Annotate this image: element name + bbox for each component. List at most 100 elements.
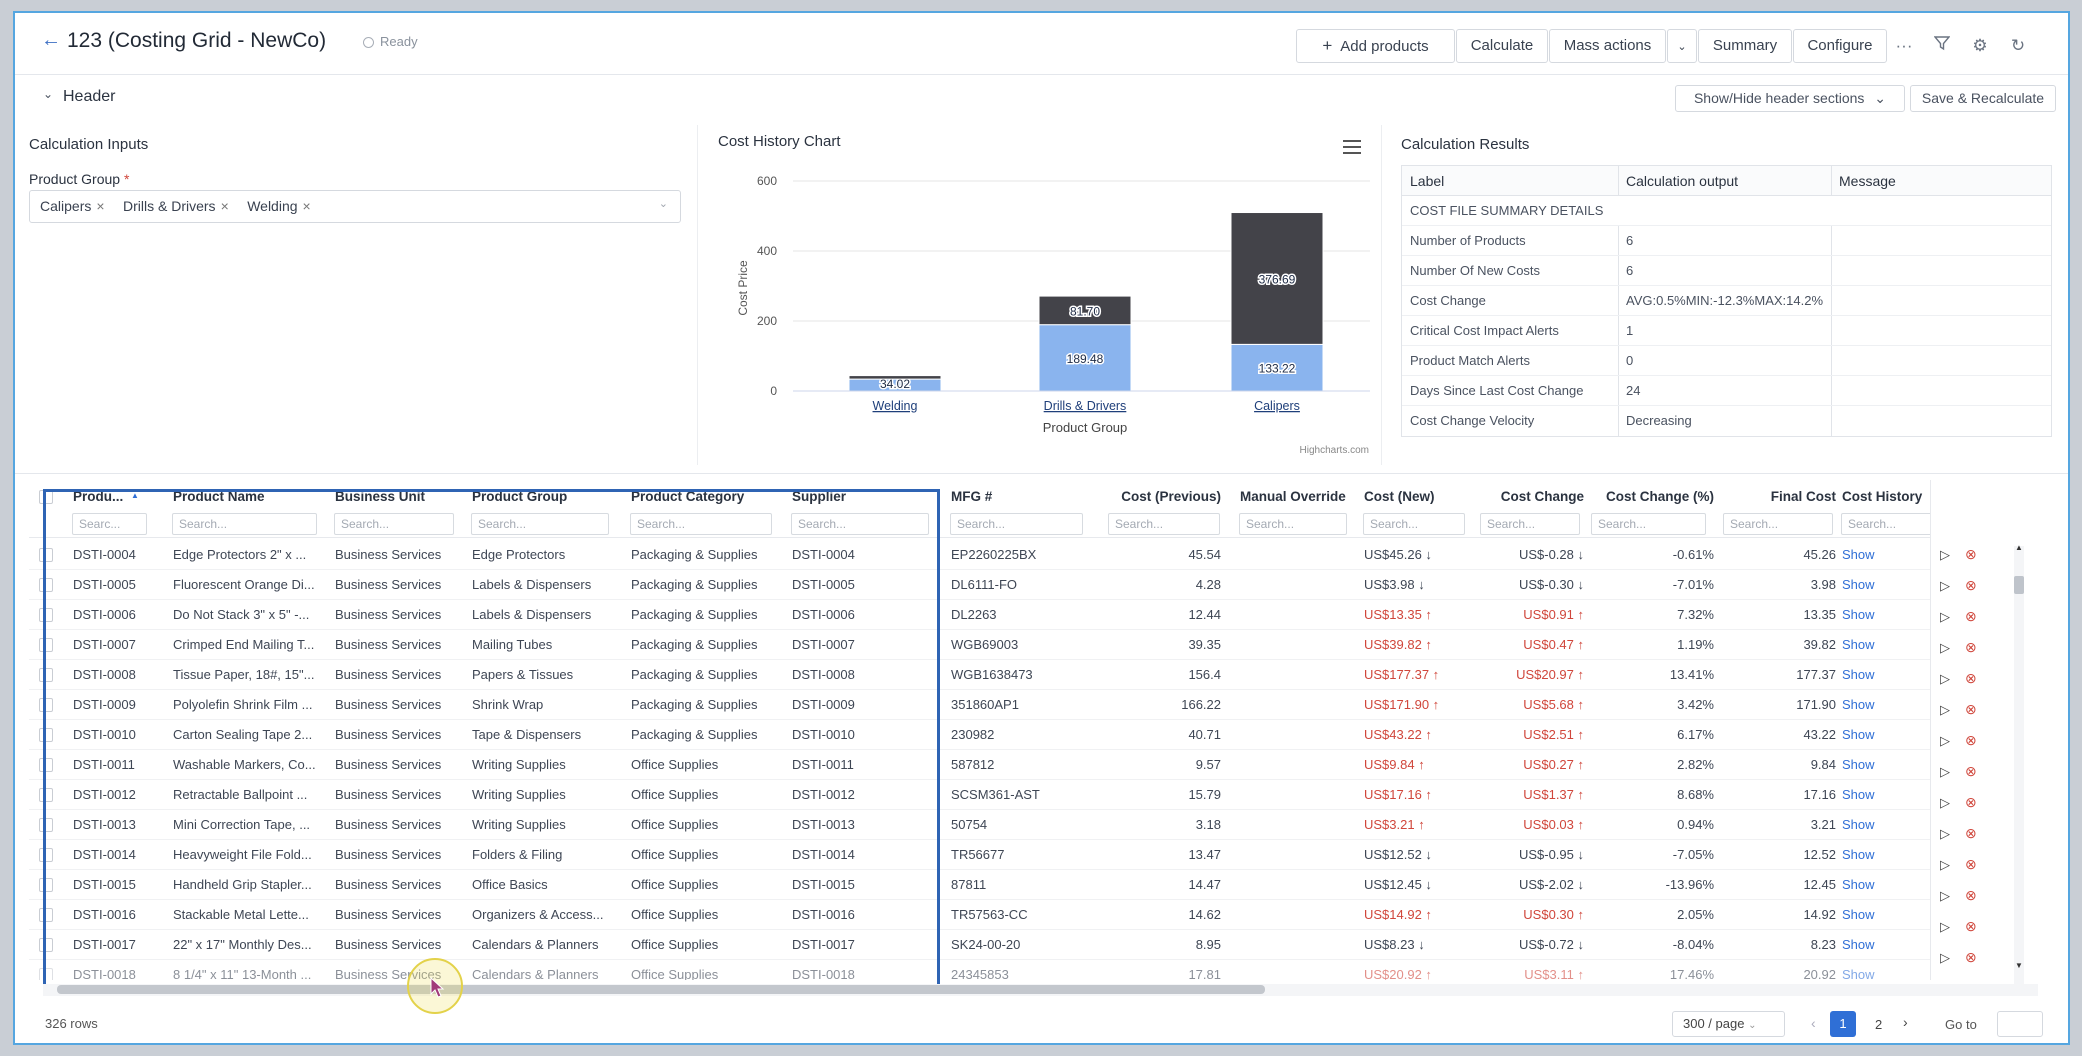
page-2-button[interactable]: 2 [1875, 1017, 1882, 1032]
bar-welding-s1[interactable] [848, 375, 942, 380]
table-row[interactable]: DSTI-0018 8 1/4" x 11" 13-Month ... Busine… [29, 960, 1986, 980]
save-recalculate-button[interactable]: Save & Recalculate [1910, 85, 2056, 112]
send-icon[interactable]: ▷ [1940, 795, 1950, 811]
gear-icon[interactable]: ⚙ [1965, 31, 1995, 61]
calculate-button[interactable]: Calculate [1456, 29, 1548, 63]
remove-icon[interactable]: ⊗ [1965, 670, 1977, 687]
send-icon[interactable]: ▷ [1940, 671, 1950, 687]
grid-col-search-input[interactable]: Search... [1480, 513, 1580, 535]
x-tick-label[interactable]: Welding [873, 399, 918, 413]
close-icon[interactable]: × [221, 198, 229, 214]
remove-icon[interactable]: ⊗ [1965, 546, 1977, 563]
grid-col-search-input[interactable]: Search... [1108, 513, 1220, 535]
show-history-link[interactable]: Show [1842, 847, 1942, 862]
scroll-thumb[interactable] [2014, 576, 2024, 594]
page-1-button[interactable]: 1 [1830, 1011, 1856, 1037]
row-checkbox[interactable] [39, 938, 53, 952]
next-page-icon[interactable]: › [1903, 1014, 1908, 1030]
show-history-link[interactable]: Show [1842, 697, 1942, 712]
grid-col-header[interactable]: Product Category [631, 489, 744, 504]
send-icon[interactable]: ▷ [1940, 857, 1950, 873]
chart-menu-icon[interactable] [1343, 138, 1361, 154]
scroll-down-icon[interactable]: ▼ [2015, 961, 2023, 970]
remove-icon[interactable]: ⊗ [1965, 701, 1977, 718]
remove-icon[interactable]: ⊗ [1965, 918, 1977, 935]
row-checkbox[interactable] [39, 758, 53, 772]
grid-col-search-input[interactable]: Search... [1841, 513, 1933, 535]
send-icon[interactable]: ▷ [1940, 547, 1950, 563]
grid-col-search-input[interactable]: Search... [334, 513, 454, 535]
header-section-label[interactable]: Header [63, 88, 115, 106]
scroll-thumb[interactable] [57, 985, 1265, 994]
remove-icon[interactable]: ⊗ [1965, 639, 1977, 656]
grid-col-header[interactable]: MFG # [951, 489, 992, 504]
back-arrow-icon[interactable]: ← [41, 29, 61, 52]
table-row[interactable]: DSTI-0010 Carton Sealing Tape 2... Busines… [29, 720, 1986, 750]
add-products-button[interactable]: + Add products [1296, 29, 1455, 63]
table-row[interactable]: DSTI-0009 Polyolefin Shrink Film ... Busin… [29, 690, 1986, 720]
table-row[interactable]: DSTI-0012 Retractable Ballpoint ... Busine… [29, 780, 1986, 810]
go-to-input[interactable] [1997, 1011, 2043, 1037]
remove-icon[interactable]: ⊗ [1965, 577, 1977, 594]
sort-asc-icon[interactable]: ▲ [131, 491, 139, 500]
horizontal-scrollbar[interactable] [43, 984, 2038, 996]
mass-actions-dropdown[interactable]: ⌄ [1667, 29, 1697, 63]
remove-icon[interactable]: ⊗ [1965, 949, 1977, 966]
send-icon[interactable]: ▷ [1940, 733, 1950, 749]
row-checkbox[interactable] [39, 728, 53, 742]
table-row[interactable]: DSTI-0008 Tissue Paper, 18#, 15"... Busine… [29, 660, 1986, 690]
table-row[interactable]: DSTI-0014 Heavyweight File Fold... Busines… [29, 840, 1986, 870]
send-icon[interactable]: ▷ [1940, 764, 1950, 780]
grid-col-search-input[interactable]: Search... [471, 513, 609, 535]
send-icon[interactable]: ▷ [1940, 919, 1950, 935]
table-row[interactable]: DSTI-0006 Do Not Stack 3" x 5" -... Busine… [29, 600, 1986, 630]
close-icon[interactable]: × [96, 198, 104, 214]
grid-col-search-input[interactable]: Search... [1723, 513, 1833, 535]
configure-button[interactable]: Configure [1793, 29, 1887, 63]
show-history-link[interactable]: Show [1842, 967, 1942, 980]
show-history-link[interactable]: Show [1842, 937, 1942, 952]
grid-col-search-input[interactable]: Search... [172, 513, 317, 535]
grid-col-header[interactable]: Product Name [173, 489, 265, 504]
send-icon[interactable]: ▷ [1940, 888, 1950, 904]
show-history-link[interactable]: Show [1842, 757, 1942, 772]
table-row[interactable]: DSTI-0011 Washable Markers, Co... Business… [29, 750, 1986, 780]
table-row[interactable]: DSTI-0015 Handheld Grip Stapler... Busines… [29, 870, 1986, 900]
remove-icon[interactable]: ⊗ [1965, 825, 1977, 842]
remove-icon[interactable]: ⊗ [1965, 887, 1977, 904]
x-tick-label[interactable]: Calipers [1254, 399, 1300, 413]
show-history-link[interactable]: Show [1842, 547, 1942, 562]
grid-col-header[interactable]: Supplier [792, 489, 846, 504]
show-hide-header-dropdown[interactable]: Show/Hide header sections ⌄ [1675, 85, 1905, 112]
show-history-link[interactable]: Show [1842, 667, 1942, 682]
send-icon[interactable]: ▷ [1940, 826, 1950, 842]
show-history-link[interactable]: Show [1842, 637, 1942, 652]
show-history-link[interactable]: Show [1842, 577, 1942, 592]
grid-col-header[interactable]: Business Unit [335, 489, 425, 504]
row-checkbox[interactable] [39, 698, 53, 712]
show-history-link[interactable]: Show [1842, 787, 1942, 802]
grid-col-search-input[interactable]: Search... [1363, 513, 1465, 535]
remove-icon[interactable]: ⊗ [1965, 763, 1977, 780]
row-checkbox[interactable] [39, 968, 53, 980]
refresh-icon[interactable]: ↻ [2003, 31, 2033, 61]
close-icon[interactable]: × [303, 198, 311, 214]
table-row[interactable]: DSTI-0013 Mini Correction Tape, ... Busine… [29, 810, 1986, 840]
send-icon[interactable]: ▷ [1940, 702, 1950, 718]
remove-icon[interactable]: ⊗ [1965, 794, 1977, 811]
show-history-link[interactable]: Show [1842, 817, 1942, 832]
show-history-link[interactable]: Show [1842, 877, 1942, 892]
grid-col-header[interactable]: Product Group [472, 489, 567, 504]
grid-col-search-input[interactable]: Search... [791, 513, 929, 535]
row-checkbox[interactable] [39, 548, 53, 562]
grid-col-header[interactable]: Cost (Previous) [1109, 489, 1221, 504]
select-all-checkbox[interactable] [39, 490, 53, 504]
row-checkbox[interactable] [39, 638, 53, 652]
grid-col-search-input[interactable]: Searc... [72, 513, 147, 535]
send-icon[interactable]: ▷ [1940, 609, 1950, 625]
table-row[interactable]: DSTI-0004 Edge Protectors 2" x ... Busines… [29, 540, 1986, 570]
table-row[interactable]: DSTI-0016 Stackable Metal Lette... Busines… [29, 900, 1986, 930]
row-checkbox[interactable] [39, 878, 53, 892]
show-history-link[interactable]: Show [1842, 727, 1942, 742]
grid-col-header[interactable]: Cost History [1842, 489, 1922, 504]
